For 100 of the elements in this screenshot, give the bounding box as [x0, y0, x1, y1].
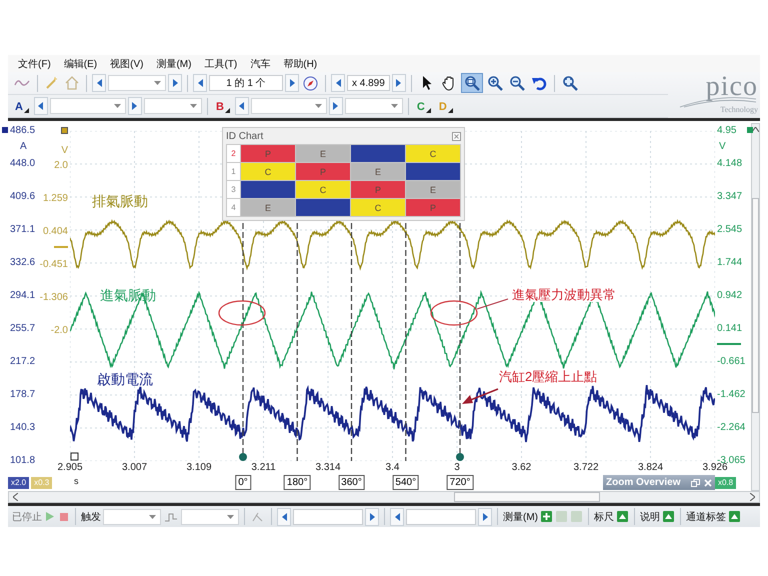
scroll-thumb[interactable] — [752, 198, 759, 413]
axis-tick-label: -1.306 — [40, 292, 68, 304]
zoom-factor[interactable]: x 4.899 — [347, 75, 390, 91]
stop-icon — [60, 512, 68, 520]
time-tick-label: 3.007 — [122, 462, 148, 474]
add-button[interactable] — [540, 510, 553, 523]
row-label[interactable]: 4 — [227, 199, 240, 216]
trace-label: 啟動電流 — [97, 371, 153, 387]
caret-icon — [154, 81, 161, 85]
window-title: ID Chart — [226, 130, 264, 142]
up-triangle-icon — [663, 511, 674, 522]
input-field[interactable] — [406, 508, 476, 524]
time-tick-label: 3.314 — [315, 462, 341, 474]
leader-line — [476, 298, 508, 310]
angle-label: 720° — [446, 475, 474, 490]
scroll-thumb[interactable] — [454, 492, 600, 502]
time-tick-label: 3.211 — [251, 462, 276, 474]
vertical-scrollbar[interactable] — [751, 123, 760, 491]
next-button[interactable] — [285, 74, 299, 92]
axis-tick-label: 371.1 — [10, 224, 36, 236]
next-button[interactable] — [328, 97, 343, 115]
time-tick-label: 3.926 — [702, 462, 728, 474]
axis-tick-label: 2.0 — [54, 160, 68, 172]
axis-tick-label: 101.8 — [10, 455, 36, 467]
row-label[interactable]: 1 — [227, 163, 240, 180]
angle-label: 180° — [284, 475, 311, 490]
axis-tick-label: -2.264 — [717, 422, 746, 434]
stroke-cell: P — [351, 181, 405, 198]
time-tick-label: 3.722 — [573, 462, 599, 474]
previous-button[interactable] — [277, 508, 291, 526]
corner-icon — [224, 108, 230, 113]
offset-marker-icon — [54, 246, 68, 248]
previous-button[interactable] — [331, 74, 345, 92]
play-icon — [46, 512, 54, 521]
axis-tick-label: 0.942 — [717, 290, 742, 302]
axis-tick-label: 332.6 — [10, 257, 36, 269]
trace-label: 進氣脈動 — [100, 287, 156, 303]
toggle-label: 通道标签 — [686, 510, 726, 524]
corner-icon — [24, 108, 29, 113]
menu-item[interactable]: 视图(V) — [110, 56, 144, 70]
axis-tick-label: 2.545 — [717, 224, 742, 236]
menu-item[interactable]: 测量(M) — [156, 56, 192, 70]
logo-tagline: Technology — [720, 105, 758, 114]
square-icon — [556, 511, 567, 522]
close-button[interactable] — [452, 132, 461, 140]
angle-label: 540° — [392, 475, 420, 490]
stroke-cell: C — [241, 163, 295, 180]
channel-button[interactable]: B — [212, 97, 233, 115]
magnifier-icon — [562, 75, 578, 91]
close-icon — [452, 132, 461, 140]
channel-marker-icon — [747, 127, 753, 133]
previous-button[interactable] — [92, 74, 106, 92]
toggle-button[interactable] — [728, 510, 741, 523]
page-counter[interactable]: 1 的 1 个 — [209, 75, 283, 91]
tool-button[interactable] — [460, 73, 483, 93]
close-icon[interactable] — [704, 478, 712, 486]
angle-label: 360° — [338, 475, 365, 490]
axis-tick-label: 178.7 — [10, 389, 36, 401]
rising-edge-icon — [252, 512, 264, 522]
right-arrow-icon — [482, 512, 488, 520]
channel-button[interactable]: A — [12, 97, 32, 115]
pointer-arrow — [462, 388, 498, 404]
axis-unit: V — [61, 145, 68, 157]
previous-button[interactable] — [234, 97, 249, 115]
previous-button[interactable] — [390, 508, 404, 526]
horizontal-scrollbar[interactable] — [8, 491, 760, 503]
previous-button[interactable] — [34, 97, 48, 115]
axis-tick-label: -1.462 — [717, 389, 746, 401]
next-button[interactable] — [478, 508, 492, 526]
magnifier-icon — [464, 75, 480, 91]
pin-marker[interactable] — [239, 453, 247, 461]
menu-item[interactable]: 编辑(E) — [64, 56, 98, 70]
toggle-button[interactable] — [616, 510, 629, 523]
axis-tick-label: 140.3 — [10, 422, 36, 434]
row-label[interactable]: 3 — [227, 181, 240, 198]
annotation-text: 進氣壓力波動異常 — [510, 287, 618, 302]
axis-unit: A — [20, 141, 27, 153]
next-button[interactable] — [168, 74, 182, 92]
stroke-cell: P — [406, 199, 460, 216]
toggle-button[interactable] — [662, 510, 675, 523]
input-field[interactable] — [293, 508, 363, 524]
next-button[interactable] — [365, 508, 379, 526]
angle-label: 0° — [235, 475, 251, 490]
restore-icon[interactable] — [691, 478, 700, 486]
pin-marker[interactable] — [456, 453, 464, 461]
menu-item[interactable]: 文件(F) — [18, 56, 51, 70]
menu-item[interactable]: 工具(T) — [204, 56, 238, 70]
menu-item[interactable]: 汽车 — [250, 56, 270, 70]
left-arrow-icon — [198, 79, 202, 87]
previous-button[interactable] — [193, 74, 207, 92]
next-button[interactable] — [128, 97, 142, 115]
logo-wordmark: pico — [706, 72, 758, 102]
scale-badge: x0.3 — [31, 477, 52, 489]
row-label[interactable]: 2 — [227, 145, 240, 162]
axis-tick-label: 217.2 — [10, 356, 36, 368]
next-button[interactable] — [392, 74, 406, 92]
plus-icon — [541, 511, 552, 522]
menu-item[interactable]: 帮助(H) — [283, 56, 318, 70]
stroke-cell: C — [351, 199, 405, 216]
square-icon — [571, 511, 582, 522]
